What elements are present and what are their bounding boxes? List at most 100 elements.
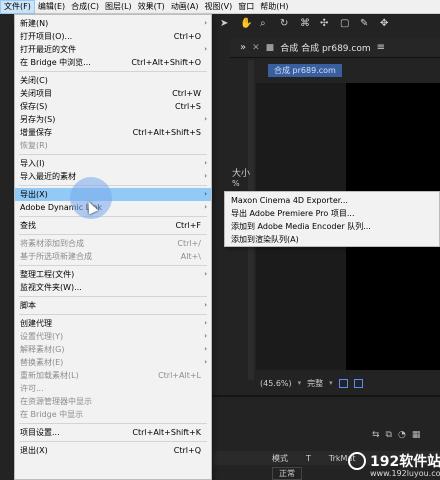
menu-separator xyxy=(19,71,207,72)
file-menu-item[interactable]: 关闭项目 Ctrl+W xyxy=(15,87,211,100)
file-menu-item[interactable]: 导出(X) › xyxy=(15,188,211,201)
file-menu-item[interactable]: 项目设置... Ctrl+Alt+Shift+K xyxy=(15,426,211,439)
arrow-tool-icon[interactable]: ➤ xyxy=(220,19,230,29)
file-menu-item[interactable]: 创建代理 › xyxy=(15,317,211,330)
mode-column-header: 模式 xyxy=(272,453,288,463)
submenu-arrow-icon: › xyxy=(204,190,207,198)
submenu-arrow-icon: › xyxy=(204,172,207,180)
pin-tool-icon[interactable]: ✥ xyxy=(380,19,390,29)
menubar-item[interactable]: 帮助(H) xyxy=(257,0,291,14)
pen-tool-icon[interactable]: ✎ xyxy=(360,19,370,29)
menu-item-label: 基于所选项新建合成 xyxy=(20,252,92,261)
file-menu-item[interactable]: Adobe Dynamic Link › xyxy=(15,201,211,214)
camera-tool-icon[interactable]: ⌘ xyxy=(300,19,310,29)
menu-item-label: 新建(N) xyxy=(20,19,49,28)
file-menu-item[interactable]: 关闭(C) xyxy=(15,74,211,87)
blend-mode-select[interactable]: 正常 xyxy=(272,466,302,480)
panel-collapse-icon[interactable]: » xyxy=(240,42,246,53)
menu-separator xyxy=(19,216,207,217)
composition-name-chip[interactable]: 合成 pr689.com xyxy=(268,64,342,77)
submenu-arrow-icon: › xyxy=(204,345,207,353)
file-menu-item: 在 Bridge 中显示 xyxy=(15,408,211,421)
export-submenu-item[interactable]: 添加到渲染队列(A) xyxy=(225,233,439,246)
transparency-grid-icon[interactable] xyxy=(353,378,363,388)
shy-icon[interactable]: ⇆ xyxy=(372,430,380,440)
composition-tab[interactable]: 合成 合成 pr689.com xyxy=(280,41,370,54)
close-panel-icon[interactable]: ✕ xyxy=(252,43,260,53)
pan-behind-tool-icon[interactable]: ✣ xyxy=(320,19,330,29)
watermark: 192软件站 www.192luyou.com xyxy=(348,450,440,480)
submenu-arrow-icon: › xyxy=(204,45,207,53)
menu-item-label: 监视文件夹(W)... xyxy=(20,283,82,292)
menu-item-shortcut: Ctrl+S xyxy=(174,102,201,111)
export-submenu: Maxon Cinema 4D Exporter... 导出 Adobe Prem… xyxy=(224,191,440,247)
file-menu-item[interactable]: 在 Bridge 中浏览... Ctrl+Alt+Shift+O xyxy=(15,56,211,69)
menu-item-shortcut: Ctrl+Alt+Shift+K xyxy=(132,428,201,437)
menu-item-label: 在 Bridge 中浏览... xyxy=(20,58,91,67)
file-menu-item[interactable]: 增量保存 Ctrl+Alt+Shift+S xyxy=(15,126,211,139)
menu-item-label: 导入最近的素材 xyxy=(20,172,76,181)
export-submenu-item[interactable]: 导出 Adobe Premiere Pro 项目... xyxy=(225,207,439,220)
shape-tool-icon[interactable]: ▢ xyxy=(340,19,350,29)
menubar-item[interactable]: 动画(A) xyxy=(168,0,202,14)
menu-separator xyxy=(19,234,207,235)
zoom-tool-icon[interactable]: ⌕ xyxy=(260,19,270,29)
panel-menu-icon[interactable]: ≡ xyxy=(377,42,385,53)
chevron-down-icon[interactable]: ▾ xyxy=(298,379,302,387)
menu-item-shortcut: Ctrl+W xyxy=(172,89,201,98)
region-of-interest-icon[interactable] xyxy=(338,378,348,388)
file-menu-item[interactable]: 整理工程(文件) › xyxy=(15,268,211,281)
graph-editor-icon[interactable]: ▦ xyxy=(412,430,421,440)
menubar-item[interactable]: 图层(L) xyxy=(102,0,135,14)
menu-item-shortcut: Ctrl+F xyxy=(175,221,201,230)
menu-item-label: 导出(X) xyxy=(20,190,48,199)
file-menu-item[interactable]: 打开项目(O)... Ctrl+O xyxy=(15,30,211,43)
file-menu-item[interactable]: 查找 Ctrl+F xyxy=(15,219,211,232)
menu-item-label: 导入(I) xyxy=(20,159,45,168)
file-menu-item[interactable]: 新建(N) › xyxy=(15,17,211,30)
menubar-item[interactable]: 视图(V) xyxy=(202,0,236,14)
rotate-tool-icon[interactable]: ↻ xyxy=(280,19,290,29)
resolution-select[interactable]: 完整 xyxy=(307,378,323,389)
size-percent-label: % xyxy=(232,179,240,188)
file-menu-item[interactable]: 脚本 › xyxy=(15,299,211,312)
zoom-select[interactable]: (45.6%) xyxy=(260,379,292,388)
file-menu-item[interactable]: 另存为(S) › xyxy=(15,113,211,126)
menu-item-label: 替换素材(E) xyxy=(20,358,64,367)
menu-separator xyxy=(19,185,207,186)
menubar-item[interactable]: 文件(F) xyxy=(0,0,35,14)
menubar-item[interactable]: 窗口 xyxy=(235,0,257,14)
file-menu-item[interactable]: 导入(I) › xyxy=(15,157,211,170)
hand-tool-icon[interactable]: ✋ xyxy=(240,19,252,29)
menu-item-label: 保存(S) xyxy=(20,102,48,111)
menu-item-label: 将素材添加到合成 xyxy=(20,239,84,248)
file-menu-item[interactable]: 导入最近的素材 › xyxy=(15,170,211,183)
submenu-arrow-icon: › xyxy=(204,319,207,327)
menu-item-label: 脚本 xyxy=(20,301,36,310)
file-menu-item[interactable]: 监视文件夹(W)... xyxy=(15,281,211,294)
menubar-item[interactable]: 编辑(E) xyxy=(35,0,68,14)
export-submenu-item[interactable]: Maxon Cinema 4D Exporter... xyxy=(225,194,439,207)
watermark-domain: www.192luyou.com xyxy=(370,469,440,478)
submenu-arrow-icon: › xyxy=(204,115,207,123)
menu-item-label: 在资源管理器中显示 xyxy=(20,397,92,406)
file-menu-item[interactable]: 保存(S) Ctrl+S xyxy=(15,100,211,113)
menubar-item[interactable]: 效果(T) xyxy=(135,0,168,14)
menu-item-label: 退出(X) xyxy=(20,446,48,455)
file-menu-item: 基于所选项新建合成 Alt+\ xyxy=(15,250,211,263)
lock-icon[interactable]: ■ xyxy=(266,43,275,53)
menu-item-label: 关闭(C) xyxy=(20,76,48,85)
menu-separator xyxy=(19,154,207,155)
submenu-arrow-icon: › xyxy=(204,301,207,309)
motion-blur-icon[interactable]: ◔ xyxy=(398,430,406,440)
menu-item-label: 打开最近的文件 xyxy=(20,45,76,54)
chevron-down-icon[interactable]: ▾ xyxy=(329,379,333,387)
file-menu-item[interactable]: 打开最近的文件 › xyxy=(15,43,211,56)
frame-blend-icon[interactable]: ⧉ xyxy=(386,430,392,440)
menu-item-label: 查找 xyxy=(20,221,36,230)
viewer-controls-bar: (45.6%) ▾ 完整 ▾ xyxy=(256,376,440,390)
menu-separator xyxy=(19,296,207,297)
export-submenu-item[interactable]: 添加到 Adobe Media Encoder 队列... xyxy=(225,220,439,233)
file-menu-item[interactable]: 退出(X) Ctrl+Q xyxy=(15,444,211,457)
menubar-item[interactable]: 合成(C) xyxy=(68,0,102,14)
